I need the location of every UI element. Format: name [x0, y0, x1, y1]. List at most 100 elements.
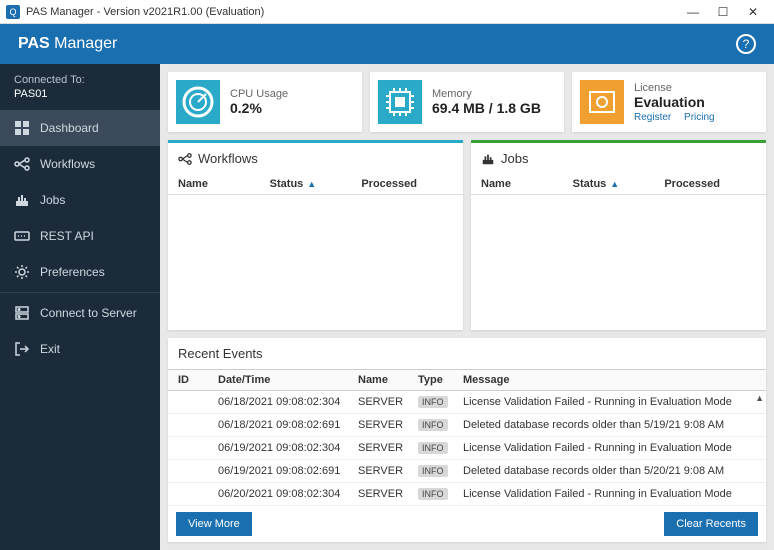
gear-icon — [14, 264, 30, 280]
window-title: PAS Manager - Version v2021R1.00 (Evalua… — [26, 6, 678, 18]
jobs-title: Jobs — [501, 151, 528, 166]
workflows-icon — [14, 156, 30, 172]
event-row[interactable]: 06/20/2021 09:08:02:304SERVERINFOLicense… — [168, 483, 766, 506]
sort-asc-icon: ▲ — [610, 179, 619, 189]
register-link[interactable]: Register — [634, 112, 671, 123]
server-icon — [14, 305, 30, 321]
event-datetime: 06/19/2021 09:08:02:304 — [218, 442, 358, 454]
app-icon: Q — [6, 5, 20, 19]
event-datetime: 06/20/2021 09:08:02:304 — [218, 488, 358, 500]
license-label: License — [634, 82, 725, 94]
col-status[interactable]: Status▲ — [573, 178, 665, 190]
nav-divider — [0, 292, 160, 293]
sidebar-item-jobs[interactable]: Jobs — [0, 182, 160, 218]
sort-asc-icon: ▲ — [307, 179, 316, 189]
cpu-value: 0.2% — [230, 100, 288, 116]
brand-bold: PAS — [18, 35, 50, 52]
col-name[interactable]: Name — [481, 178, 573, 190]
events-body: ▲ 06/18/2021 09:08:02:304SERVERINFOLicen… — [168, 391, 766, 506]
brand: PAS Manager — [18, 35, 117, 53]
event-message: License Validation Failed - Running in E… — [463, 488, 756, 500]
view-more-button[interactable]: View More — [176, 512, 252, 536]
titlebar: Q PAS Manager - Version v2021R1.00 (Eval… — [0, 0, 774, 24]
maximize-button[interactable]: ☐ — [708, 2, 738, 22]
event-datetime: 06/18/2021 09:08:02:304 — [218, 396, 358, 408]
chip-icon — [378, 80, 422, 124]
pricing-link[interactable]: Pricing — [684, 112, 715, 123]
col-name[interactable]: Name — [178, 178, 270, 190]
sidebar-item-restapi[interactable]: REST API — [0, 218, 160, 254]
events-title: Recent Events — [168, 338, 766, 369]
event-row[interactable]: 06/18/2021 09:08:02:304SERVERINFOLicense… — [168, 391, 766, 414]
event-message: Deleted database records older than 5/20… — [463, 465, 756, 477]
sidebar-item-label: Preferences — [40, 265, 105, 279]
event-name: SERVER — [358, 396, 418, 408]
close-button[interactable]: ✕ — [738, 2, 768, 22]
minimize-button[interactable]: — — [678, 2, 708, 22]
sidebar-item-exit[interactable]: Exit — [0, 331, 160, 367]
api-icon — [14, 228, 30, 244]
help-icon[interactable]: ? — [736, 34, 756, 54]
event-row[interactable]: 06/18/2021 09:08:02:691SERVERINFODeleted… — [168, 414, 766, 437]
event-name: SERVER — [358, 465, 418, 477]
sidebar-item-label: REST API — [40, 229, 94, 243]
event-type: INFO — [418, 419, 463, 431]
memory-label: Memory — [432, 88, 541, 100]
memory-card: Memory 69.4 MB / 1.8 GB — [370, 72, 564, 132]
sidebar-item-label: Exit — [40, 342, 60, 356]
jobs-panel: Jobs Name Status▲ Processed — [471, 140, 766, 330]
stat-cards: CPU Usage 0.2% Memory 69.4 MB / 1.8 GB — [168, 72, 766, 132]
gauge-icon — [176, 80, 220, 124]
connection-info: Connected To: PAS01 — [0, 64, 160, 110]
share-icon — [178, 152, 192, 166]
event-name: SERVER — [358, 488, 418, 500]
sidebar-item-label: Workflows — [40, 157, 95, 171]
event-datetime: 06/19/2021 09:08:02:691 — [218, 465, 358, 477]
event-name: SERVER — [358, 419, 418, 431]
col-processed[interactable]: Processed — [361, 178, 453, 190]
license-card: License Evaluation Register Pricing — [572, 72, 766, 132]
sidebar-item-connect[interactable]: Connect to Server — [0, 295, 160, 331]
col-id[interactable]: ID — [178, 374, 218, 386]
col-datetime[interactable]: Date/Time — [218, 374, 358, 386]
event-datetime: 06/18/2021 09:08:02:691 — [218, 419, 358, 431]
workflows-panel: Workflows Name Status▲ Processed — [168, 140, 463, 330]
connected-value: PAS01 — [14, 88, 146, 100]
event-type: INFO — [418, 442, 463, 454]
events-panel: Recent Events ID Date/Time Name Type Mes… — [168, 338, 766, 542]
cpu-card: CPU Usage 0.2% — [168, 72, 362, 132]
event-message: Deleted database records older than 5/19… — [463, 419, 756, 431]
sidebar-item-label: Jobs — [40, 193, 65, 207]
sidebar-item-label: Dashboard — [40, 121, 99, 135]
exit-icon — [14, 341, 30, 357]
sidebar-item-preferences[interactable]: Preferences — [0, 254, 160, 290]
panels: Workflows Name Status▲ Processed Jobs Na… — [168, 140, 766, 330]
event-type: INFO — [418, 396, 463, 408]
event-type: INFO — [418, 488, 463, 500]
cpu-label: CPU Usage — [230, 88, 288, 100]
sidebar-item-workflows[interactable]: Workflows — [0, 146, 160, 182]
event-message: License Validation Failed - Running in E… — [463, 396, 756, 408]
event-row[interactable]: 06/19/2021 09:08:02:304SERVERINFOLicense… — [168, 437, 766, 460]
license-icon — [580, 80, 624, 124]
sidebar-item-dashboard[interactable]: Dashboard — [0, 110, 160, 146]
jobs-icon — [14, 192, 30, 208]
clear-recents-button[interactable]: Clear Recents — [664, 512, 758, 536]
app-header: PAS Manager ? — [0, 24, 774, 64]
memory-value: 69.4 MB / 1.8 GB — [432, 100, 541, 116]
scroll-up-icon[interactable]: ▲ — [755, 393, 764, 403]
col-processed[interactable]: Processed — [664, 178, 756, 190]
event-type: INFO — [418, 465, 463, 477]
brand-light: Manager — [50, 35, 118, 52]
workflows-title: Workflows — [198, 151, 258, 166]
sidebar: Connected To: PAS01 Dashboard Workflows … — [0, 64, 160, 550]
col-type[interactable]: Type — [418, 374, 463, 386]
event-message: License Validation Failed - Running in E… — [463, 442, 756, 454]
dashboard-icon — [14, 120, 30, 136]
col-status[interactable]: Status▲ — [270, 178, 362, 190]
col-name[interactable]: Name — [358, 374, 418, 386]
event-row[interactable]: 06/19/2021 09:08:02:691SERVERINFODeleted… — [168, 460, 766, 483]
col-message[interactable]: Message — [463, 374, 756, 386]
event-name: SERVER — [358, 442, 418, 454]
sidebar-item-label: Connect to Server — [40, 306, 137, 320]
